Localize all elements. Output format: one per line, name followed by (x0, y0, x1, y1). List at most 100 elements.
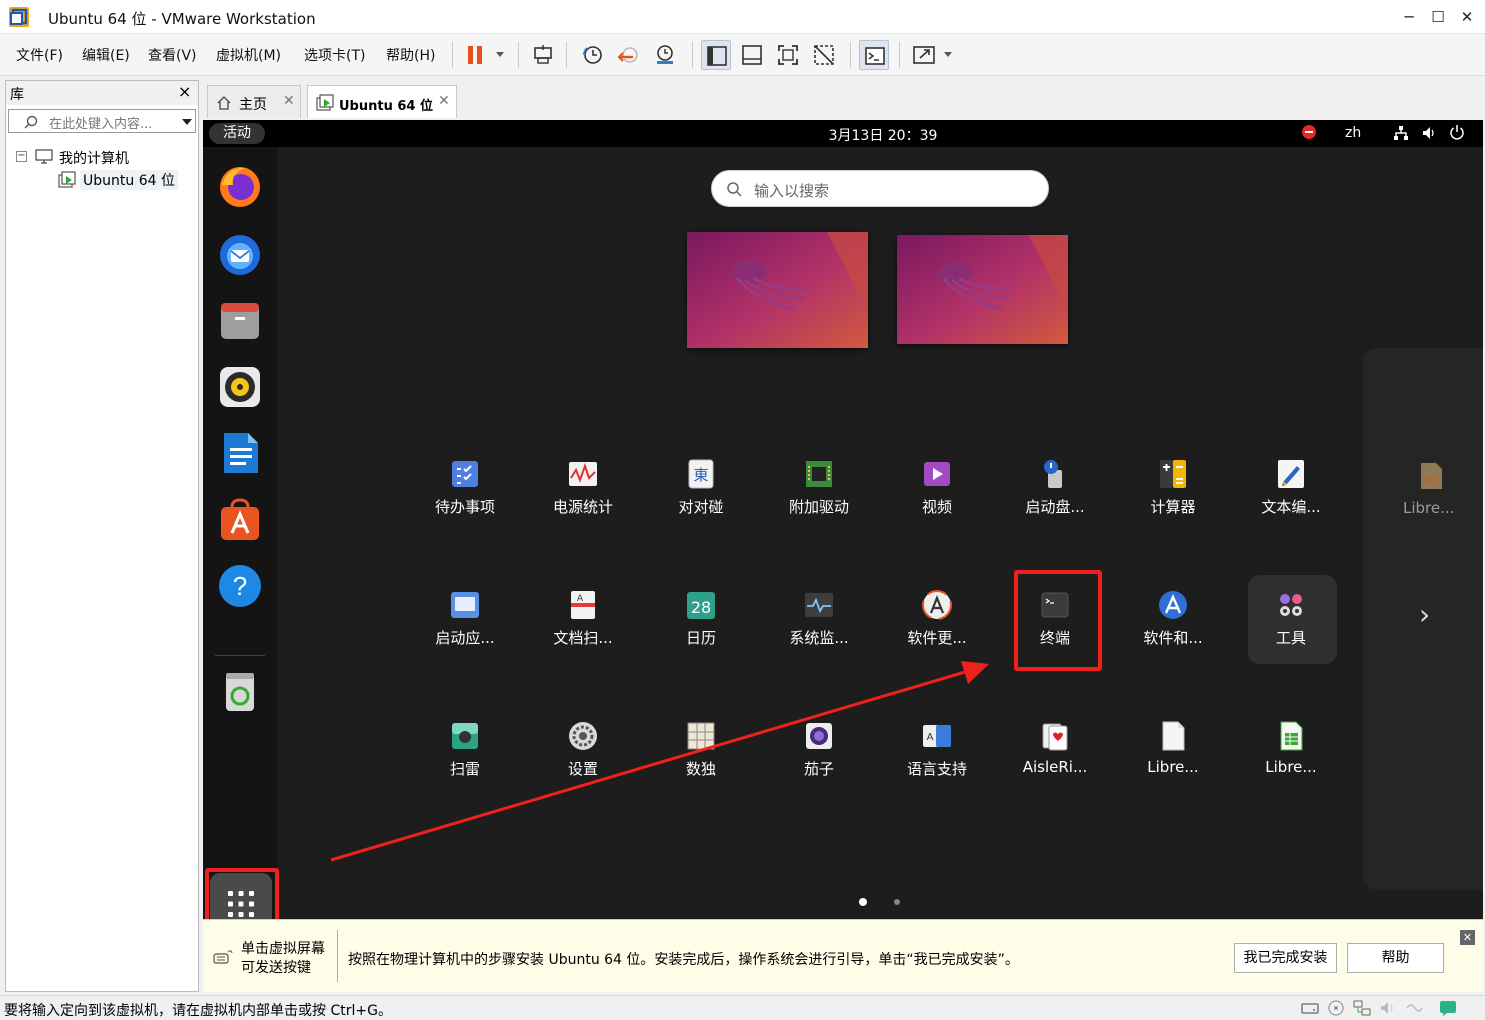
app-label: 扫雷 (449, 760, 480, 778)
volume-icon[interactable] (1421, 125, 1437, 141)
app-label: 软件和... (1143, 629, 1203, 647)
menu-tabs[interactable]: 选项卡(T) (304, 45, 365, 65)
app-label: 对对碰 (678, 498, 724, 516)
app-videos[interactable]: 视频 (878, 444, 996, 532)
calendar-icon: 28 (687, 592, 715, 619)
menu-file[interactable]: 文件(F) (16, 45, 63, 65)
app-document-scanner[interactable]: A 文档扫... (524, 575, 642, 663)
message-log-icon[interactable] (1438, 999, 1458, 1017)
snapshot-manager-icon[interactable] (650, 40, 680, 70)
status-bar: 要将输入定向到该虚拟机，请在虚拟机内部单击或按 Ctrl+G。 (0, 995, 1485, 1020)
app-software-updater[interactable]: 软件更... (878, 575, 996, 663)
page-dot[interactable] (894, 899, 900, 905)
app-aisleriot[interactable]: AisleRi... (996, 706, 1114, 794)
workspace-thumbnail-2[interactable] (897, 235, 1068, 344)
app-system-monitor[interactable]: 系统监... (760, 575, 878, 663)
tab-ubuntu[interactable]: Ubuntu 64 位 ✕ (307, 85, 457, 118)
tree-collapse-toggle[interactable]: − (16, 151, 27, 162)
cd-rom-icon[interactable] (1326, 999, 1346, 1017)
stretch-guest-icon[interactable] (908, 40, 956, 70)
app-calendar[interactable]: 28 日历 (642, 575, 760, 663)
app-startup-applications[interactable]: 启动应... (406, 575, 524, 663)
app-cheese[interactable]: 茄子 (760, 706, 878, 794)
tree-item-ubuntu[interactable]: Ubuntu 64 位 (80, 170, 178, 190)
app-libreoffice-calc[interactable]: Libre... (1232, 706, 1350, 794)
thunderbird-icon[interactable] (217, 231, 263, 277)
libreoffice-impress-icon (1421, 463, 1442, 489)
app-settings[interactable]: 设置 (524, 706, 642, 794)
vm-screen[interactable]: 活动 3月13日 20：39 zh ? 输入以搜索 Libre... › 待办事… (203, 120, 1483, 919)
full-screen-icon[interactable] (773, 40, 803, 70)
app-software-properties[interactable]: 软件和... (1114, 575, 1232, 663)
mines-icon (452, 723, 478, 749)
app-label: 文档扫... (553, 629, 613, 647)
help-icon[interactable]: ? (217, 563, 263, 609)
unity-mode-icon[interactable] (809, 40, 839, 70)
library-close-button[interactable]: × (178, 82, 191, 101)
page-dot-active[interactable] (859, 898, 867, 906)
console-view-icon[interactable] (859, 40, 889, 70)
app-text-editor[interactable]: 文本编... (1232, 444, 1350, 532)
menu-help[interactable]: 帮助(H) (386, 45, 435, 65)
sound-card-icon[interactable] (1378, 999, 1398, 1017)
hint-line-2: 可发送按键 (241, 960, 311, 976)
revert-snapshot-icon[interactable] (614, 40, 644, 70)
input-language-indicator[interactable]: zh (1345, 125, 1361, 141)
files-icon[interactable] (217, 297, 263, 343)
firefox-icon[interactable] (217, 163, 263, 209)
network-icon[interactable] (1393, 125, 1409, 141)
hard-disk-icon[interactable] (1300, 999, 1320, 1017)
app-additional-drivers[interactable]: 附加驱动 (760, 444, 878, 532)
tab-ubuntu-close-icon[interactable]: ✕ (438, 93, 450, 109)
app-center-icon[interactable] (217, 497, 263, 543)
libreoffice-writer-icon[interactable] (217, 430, 263, 476)
rhythmbox-icon[interactable] (217, 364, 263, 410)
thumbnail-bar-icon[interactable] (737, 40, 767, 70)
no-entry-icon[interactable] (1302, 125, 1316, 139)
library-search-input[interactable]: 在此处键入内容... (8, 109, 196, 133)
network-adapter-icon[interactable] (1352, 999, 1372, 1017)
chevron-down-icon[interactable] (181, 118, 193, 126)
menu-toolbar: 文件(F) 编辑(E) 查看(V) 虚拟机(M) 选项卡(T) 帮助(H) (0, 34, 1485, 76)
app-language-support[interactable]: A 语言支持 (878, 706, 996, 794)
app-startup-disk[interactable]: 启动盘... (996, 444, 1114, 532)
app-libreoffice[interactable]: Libre... (1114, 706, 1232, 794)
tab-home-close-icon[interactable]: ✕ (283, 93, 295, 109)
hint-close-icon[interactable]: ✕ (1460, 930, 1475, 945)
pause-button[interactable] (462, 40, 510, 70)
usb-device-icon[interactable] (1404, 999, 1424, 1017)
snapshot-icon[interactable] (578, 40, 608, 70)
tree-item-my-computer[interactable]: 我的计算机 (59, 148, 129, 168)
finish-install-button[interactable]: 我已完成安装 (1234, 943, 1337, 973)
trash-icon[interactable] (217, 669, 263, 715)
close-button[interactable]: ✕ (1454, 4, 1480, 30)
home-icon (217, 96, 231, 110)
app-calculator[interactable]: 计算器 (1114, 444, 1232, 532)
language-support-icon: A (923, 725, 951, 747)
send-ctrl-alt-del-icon[interactable] (528, 40, 558, 70)
app-label: 设置 (567, 760, 598, 778)
clock[interactable]: 3月13日 20：39 (203, 125, 1483, 145)
menu-edit[interactable]: 编辑(E) (82, 45, 130, 65)
maximize-button[interactable]: ☐ (1425, 4, 1451, 30)
tab-home[interactable]: 主页 ✕ (207, 85, 301, 118)
power-icon[interactable] (1449, 124, 1465, 140)
app-sudoku[interactable]: 数独 (642, 706, 760, 794)
menu-vm[interactable]: 虚拟机(M) (216, 45, 281, 65)
app-mines[interactable]: 扫雷 (406, 706, 524, 794)
show-library-icon[interactable] (701, 40, 731, 70)
title-bar: Ubuntu 64 位 - VMware Workstation ─ ☐ ✕ (0, 0, 1485, 34)
app-search-input[interactable]: 输入以搜索 (711, 170, 1049, 207)
next-page-arrow-icon[interactable]: › (1419, 598, 1430, 631)
minimize-button[interactable]: ─ (1396, 4, 1422, 30)
app-todo[interactable]: 待办事项 (406, 444, 524, 532)
document-scanner-icon: A (571, 591, 595, 619)
calculator-icon (1160, 460, 1186, 488)
app-folder-tools[interactable]: 工具 (1232, 575, 1350, 663)
app-power-statistics[interactable]: 电源统计 (524, 444, 642, 532)
workspace-thumbnail-1[interactable] (687, 232, 868, 348)
vm-running-icon (316, 94, 334, 111)
menu-view[interactable]: 查看(V) (148, 45, 197, 65)
help-button[interactable]: 帮助 (1347, 943, 1444, 973)
app-mahjongg[interactable]: 東 对对碰 (642, 444, 760, 532)
